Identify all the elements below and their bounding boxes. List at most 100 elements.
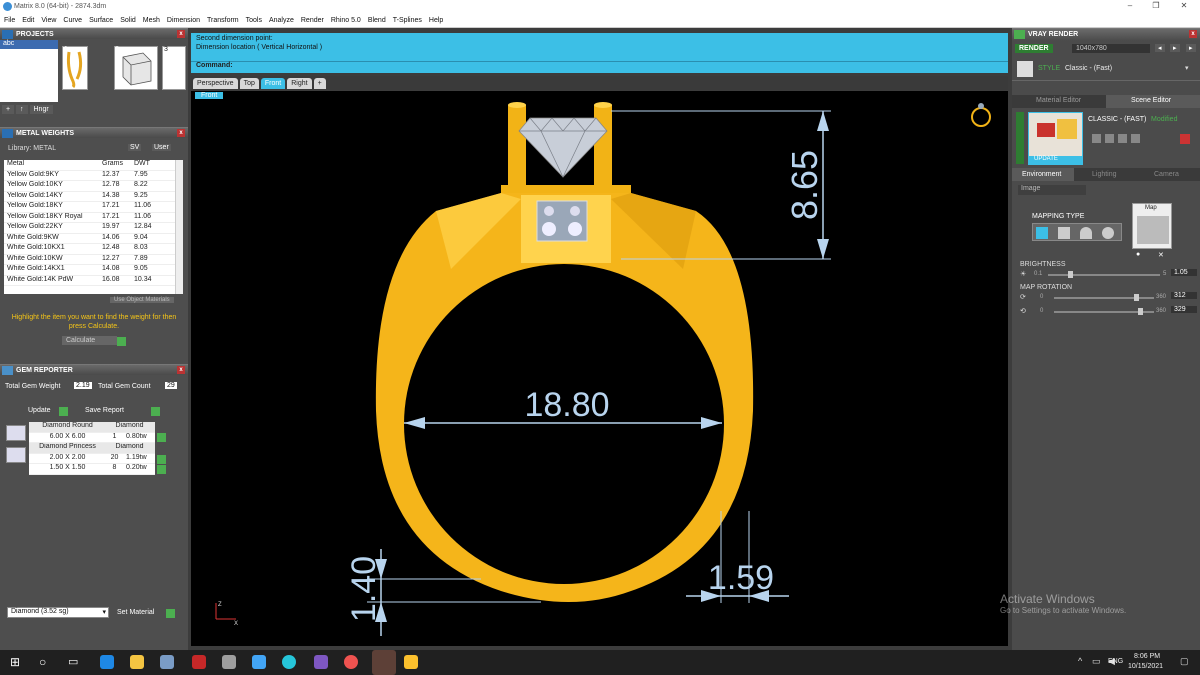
search-icon[interactable]: ○: [39, 655, 46, 669]
resolution-field[interactable]: 1040x780: [1072, 44, 1150, 53]
language-indicator[interactable]: ENG: [1108, 658, 1123, 665]
table-row[interactable]: Yellow Gold:18KY Royal 17.21 11.06: [4, 213, 183, 223]
table-row[interactable]: Yellow Gold:9KY 12.37 7.95: [4, 171, 183, 181]
menu-help[interactable]: Help: [425, 14, 446, 24]
maximize-icon[interactable]: ❐: [1150, 1, 1162, 12]
table-row[interactable]: Yellow Gold:18KY 17.21 11.06: [4, 202, 183, 213]
project-thumb-2[interactable]: [114, 46, 158, 90]
ring-view-icon[interactable]: [971, 107, 991, 127]
close-icon[interactable]: x: [177, 129, 185, 137]
gem-select-button[interactable]: [157, 455, 166, 464]
chevron-up-icon[interactable]: ^: [1078, 656, 1082, 666]
table-scrollbar[interactable]: [175, 160, 183, 294]
close-icon[interactable]: x: [1189, 30, 1197, 38]
brightness-knob[interactable]: [1068, 271, 1073, 278]
calculate-button[interactable]: [117, 337, 126, 346]
edge-icon[interactable]: [100, 655, 114, 669]
set-material-button[interactable]: [166, 609, 175, 618]
menu-mesh[interactable]: Mesh: [139, 14, 163, 24]
minimize-icon[interactable]: –: [1124, 1, 1136, 12]
expand-button[interactable]: ▸: [1186, 44, 1196, 52]
rotation1-value[interactable]: 312: [1171, 292, 1197, 299]
clock-date[interactable]: 10/15/2021: [1128, 663, 1163, 670]
rotation2-knob[interactable]: [1138, 308, 1143, 315]
menu-blend[interactable]: Blend: [364, 14, 389, 24]
windows-start-icon[interactable]: ⊞: [10, 655, 20, 669]
menu-analyze[interactable]: Analyze: [265, 14, 297, 24]
app-icon[interactable]: [222, 655, 236, 669]
task-view-icon[interactable]: ▭: [68, 655, 78, 668]
rotation2-value[interactable]: 329: [1171, 306, 1197, 313]
sv-button[interactable]: SV: [128, 144, 142, 151]
menu-transform[interactable]: Transform: [203, 14, 242, 24]
close-icon[interactable]: x: [177, 366, 185, 374]
app-icon[interactable]: [314, 655, 328, 669]
clock-time[interactable]: 8:06 PM: [1134, 653, 1160, 660]
project-list[interactable]: abc: [0, 40, 58, 102]
env-type-select[interactable]: Image: [1018, 185, 1086, 195]
use-object-materials-checkbox[interactable]: Use Object Materials: [110, 297, 174, 303]
tab-scene-editor[interactable]: Scene Editor: [1131, 97, 1171, 104]
menu-file[interactable]: File: [0, 14, 18, 24]
grid-icon[interactable]: [1118, 134, 1127, 143]
move-up-button[interactable]: ↑: [16, 105, 28, 114]
brightness-slider[interactable]: [1048, 271, 1160, 278]
save-report-button[interactable]: [151, 407, 160, 416]
user-button[interactable]: User: [152, 144, 171, 151]
hngr-button[interactable]: Hngr: [29, 105, 53, 114]
matrix-app-icon[interactable]: [372, 650, 396, 675]
metal-table[interactable]: Metal Grams DWT Yellow Gold:9KY 12.37 7.95 Ye…: [4, 160, 183, 294]
material-select[interactable]: Diamond (3.52 sg) ▾: [7, 607, 109, 618]
tab-top[interactable]: Top: [239, 78, 259, 89]
add-tab-button[interactable]: +: [313, 78, 326, 89]
brightness-value[interactable]: 1.05: [1171, 269, 1197, 276]
tab-camera[interactable]: Camera: [1154, 171, 1179, 178]
menu-view[interactable]: View: [37, 14, 59, 24]
app-icon[interactable]: [282, 655, 296, 669]
tab-lighting[interactable]: Lighting: [1092, 171, 1117, 178]
rotation1-knob[interactable]: [1134, 294, 1139, 301]
table-row[interactable]: White Gold:10KW 12.27 7.89: [4, 255, 183, 265]
table-row[interactable]: White Gold:10KX1 12.48 8.03: [4, 244, 183, 255]
app-icon[interactable]: [404, 655, 418, 669]
app-icon[interactable]: [192, 655, 206, 669]
table-row[interactable]: Yellow Gold:14KY 14.38 9.25: [4, 192, 183, 202]
tab-right[interactable]: Right: [287, 78, 312, 89]
render-button[interactable]: RENDER: [1015, 44, 1053, 53]
menu-render[interactable]: Render: [297, 14, 327, 24]
tab-environment[interactable]: Environment: [1022, 171, 1061, 178]
folder-icon[interactable]: [1105, 134, 1114, 143]
table-row[interactable]: Yellow Gold:22KY 19.97 12.84: [4, 223, 183, 234]
project-item[interactable]: abc: [0, 40, 58, 49]
map-thumbnail[interactable]: Map: [1132, 203, 1172, 249]
tab-front[interactable]: Front: [260, 78, 286, 89]
prev-button[interactable]: ◂: [1155, 44, 1165, 52]
file-explorer-icon[interactable]: [130, 655, 144, 669]
close-icon[interactable]: ✕: [1178, 1, 1190, 12]
menu-rhino[interactable]: Rhino 5.0: [327, 14, 364, 24]
map-plane-icon[interactable]: [1036, 227, 1048, 239]
tab-material-editor[interactable]: Material Editor: [1036, 97, 1081, 104]
gem-group-1[interactable]: Diamond Round Diamond 6.00 X 6.00 1 0.80tw …: [29, 422, 155, 475]
gem-select-button[interactable]: [157, 433, 166, 442]
command-input[interactable]: Command:: [191, 61, 1008, 73]
table-row[interactable]: White Gold:14KX1 14.08 9.05: [4, 265, 183, 276]
menu-curve[interactable]: Curve: [59, 14, 85, 24]
map-load-icon[interactable]: ●: [1136, 251, 1140, 258]
save-icon[interactable]: [1092, 134, 1101, 143]
notification-icon[interactable]: ▢: [1180, 656, 1189, 667]
map-sphere-icon[interactable]: [1102, 227, 1114, 239]
close-icon[interactable]: x: [177, 30, 185, 38]
gem-select-button[interactable]: [157, 465, 166, 474]
update-button[interactable]: UPDATE: [1028, 156, 1083, 165]
rotation1-slider[interactable]: [1054, 294, 1154, 301]
tab-perspective[interactable]: Perspective: [193, 78, 238, 89]
menu-tsplines[interactable]: T-Splines: [389, 14, 425, 24]
network-icon[interactable]: ▭: [1092, 656, 1101, 667]
menu-edit[interactable]: Edit: [18, 14, 37, 24]
zoom-icon[interactable]: [252, 655, 266, 669]
map-box-icon[interactable]: [1058, 227, 1070, 239]
table-row[interactable]: White Gold:14K PdW 16.08 10.34: [4, 276, 183, 286]
copy-icon[interactable]: [1131, 134, 1140, 143]
table-row[interactable]: Yellow Gold:10KY 12.78 8.22: [4, 181, 183, 192]
